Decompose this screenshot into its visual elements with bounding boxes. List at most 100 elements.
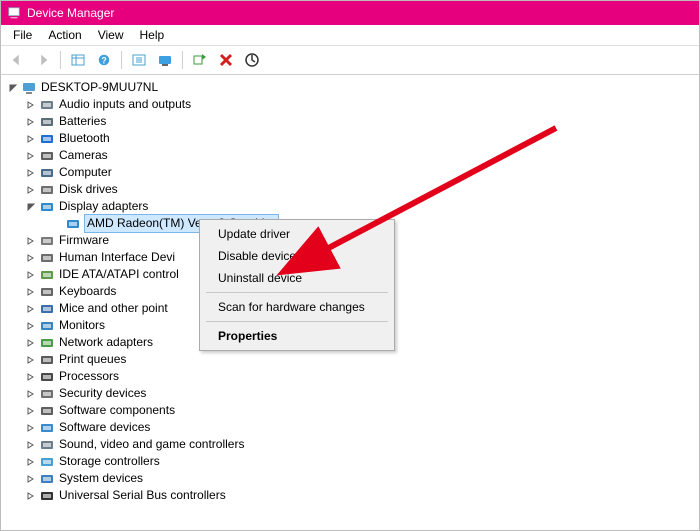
device-category-icon — [39, 114, 55, 130]
context-menu-item[interactable]: Update driver — [202, 223, 392, 245]
window-title: Device Manager — [27, 6, 114, 20]
expand-icon[interactable] — [7, 82, 19, 94]
device-category-icon — [39, 250, 55, 266]
help-button[interactable]: ? — [92, 48, 116, 72]
device-category-icon — [39, 335, 55, 351]
collapse-icon[interactable] — [25, 150, 37, 162]
device-category-icon — [39, 97, 55, 113]
tree-category-label: Network adapters — [59, 334, 153, 351]
context-menu-separator — [206, 321, 388, 322]
tree-category-label: Storage controllers — [59, 453, 160, 470]
collapse-icon[interactable] — [25, 116, 37, 128]
device-category-icon — [39, 352, 55, 368]
context-menu: Update driverDisable deviceUninstall dev… — [199, 219, 395, 351]
titlebar: Device Manager — [1, 1, 699, 25]
tree-category[interactable]: Sound, video and game controllers — [25, 436, 693, 453]
window-icon — [7, 6, 21, 20]
context-menu-item[interactable]: Uninstall device — [202, 267, 392, 289]
update-driver-button[interactable] — [153, 48, 177, 72]
collapse-icon[interactable] — [25, 303, 37, 315]
collapse-icon[interactable] — [25, 269, 37, 281]
device-category-icon — [39, 233, 55, 249]
tree-category-label: Firmware — [59, 232, 109, 249]
collapse-icon[interactable] — [25, 405, 37, 417]
tree-category-label: Cameras — [59, 147, 108, 164]
tree-category[interactable]: System devices — [25, 470, 693, 487]
menu-file[interactable]: File — [5, 26, 40, 44]
tree-category[interactable]: Universal Serial Bus controllers — [25, 487, 693, 504]
collapse-icon[interactable] — [25, 354, 37, 366]
expand-icon[interactable] — [25, 201, 37, 213]
device-category-icon — [65, 216, 81, 232]
forward-button[interactable] — [31, 48, 55, 72]
context-menu-item[interactable]: Properties — [202, 325, 392, 347]
collapse-icon[interactable] — [25, 133, 37, 145]
collapse-icon — [51, 218, 63, 230]
tree-category[interactable]: Bluetooth — [25, 130, 693, 147]
tree-category[interactable]: Software components — [25, 402, 693, 419]
enable-device-button[interactable] — [188, 48, 212, 72]
toolbar-divider — [182, 51, 183, 69]
tree-category-label: Keyboards — [59, 283, 116, 300]
tree-category-label: Mice and other point — [59, 300, 168, 317]
tree-category-label: Bluetooth — [59, 130, 110, 147]
device-category-icon — [39, 165, 55, 181]
tree-root[interactable]: DESKTOP-9MUU7NL — [7, 79, 693, 96]
tree-category[interactable]: Display adapters — [25, 198, 693, 215]
tree-category[interactable]: Computer — [25, 164, 693, 181]
show-hidden-button[interactable] — [66, 48, 90, 72]
device-category-icon — [39, 301, 55, 317]
tree-category[interactable]: Cameras — [25, 147, 693, 164]
collapse-icon[interactable] — [25, 439, 37, 451]
tree-category[interactable]: Storage controllers — [25, 453, 693, 470]
tree-category[interactable]: Security devices — [25, 385, 693, 402]
context-menu-item[interactable]: Disable device — [202, 245, 392, 267]
tree-category[interactable]: Software devices — [25, 419, 693, 436]
tree-category-label: Batteries — [59, 113, 106, 130]
device-category-icon — [39, 386, 55, 402]
collapse-icon[interactable] — [25, 286, 37, 298]
collapse-icon[interactable] — [25, 337, 37, 349]
tree-category-label: Print queues — [59, 351, 126, 368]
collapse-icon[interactable] — [25, 388, 37, 400]
tree-category[interactable]: Disk drives — [25, 181, 693, 198]
tree-category[interactable]: Batteries — [25, 113, 693, 130]
collapse-icon[interactable] — [25, 371, 37, 383]
device-category-icon — [39, 148, 55, 164]
tree-category[interactable]: Print queues — [25, 351, 693, 368]
collapse-icon[interactable] — [25, 167, 37, 179]
menu-view[interactable]: View — [90, 26, 132, 44]
toolbar-divider — [60, 51, 61, 69]
properties-button[interactable] — [127, 48, 151, 72]
collapse-icon[interactable] — [25, 422, 37, 434]
back-button[interactable] — [5, 48, 29, 72]
device-category-icon — [39, 437, 55, 453]
tree-category-label: Software components — [59, 402, 175, 419]
tree-category[interactable]: Processors — [25, 368, 693, 385]
collapse-icon[interactable] — [25, 490, 37, 502]
scan-hardware-button[interactable] — [240, 48, 264, 72]
collapse-icon[interactable] — [25, 456, 37, 468]
device-category-icon — [39, 318, 55, 334]
svg-text:?: ? — [101, 56, 106, 66]
collapse-icon[interactable] — [25, 235, 37, 247]
toolbar-divider — [121, 51, 122, 69]
device-category-icon — [39, 131, 55, 147]
device-category-icon — [39, 182, 55, 198]
tree-category-label: Processors — [59, 368, 119, 385]
collapse-icon[interactable] — [25, 252, 37, 264]
collapse-icon[interactable] — [25, 320, 37, 332]
context-menu-item[interactable]: Scan for hardware changes — [202, 296, 392, 318]
device-category-icon — [39, 199, 55, 215]
tree-category[interactable]: Audio inputs and outputs — [25, 96, 693, 113]
toolbar: ? — [1, 46, 699, 75]
menubar: File Action View Help — [1, 25, 699, 46]
menu-action[interactable]: Action — [40, 26, 89, 44]
collapse-icon[interactable] — [25, 473, 37, 485]
collapse-icon[interactable] — [25, 99, 37, 111]
uninstall-device-button[interactable] — [214, 48, 238, 72]
tree-category-label: System devices — [59, 470, 143, 487]
device-tree-panel[interactable]: DESKTOP-9MUU7NLAudio inputs and outputsB… — [1, 75, 699, 530]
menu-help[interactable]: Help — [132, 26, 173, 44]
collapse-icon[interactable] — [25, 184, 37, 196]
